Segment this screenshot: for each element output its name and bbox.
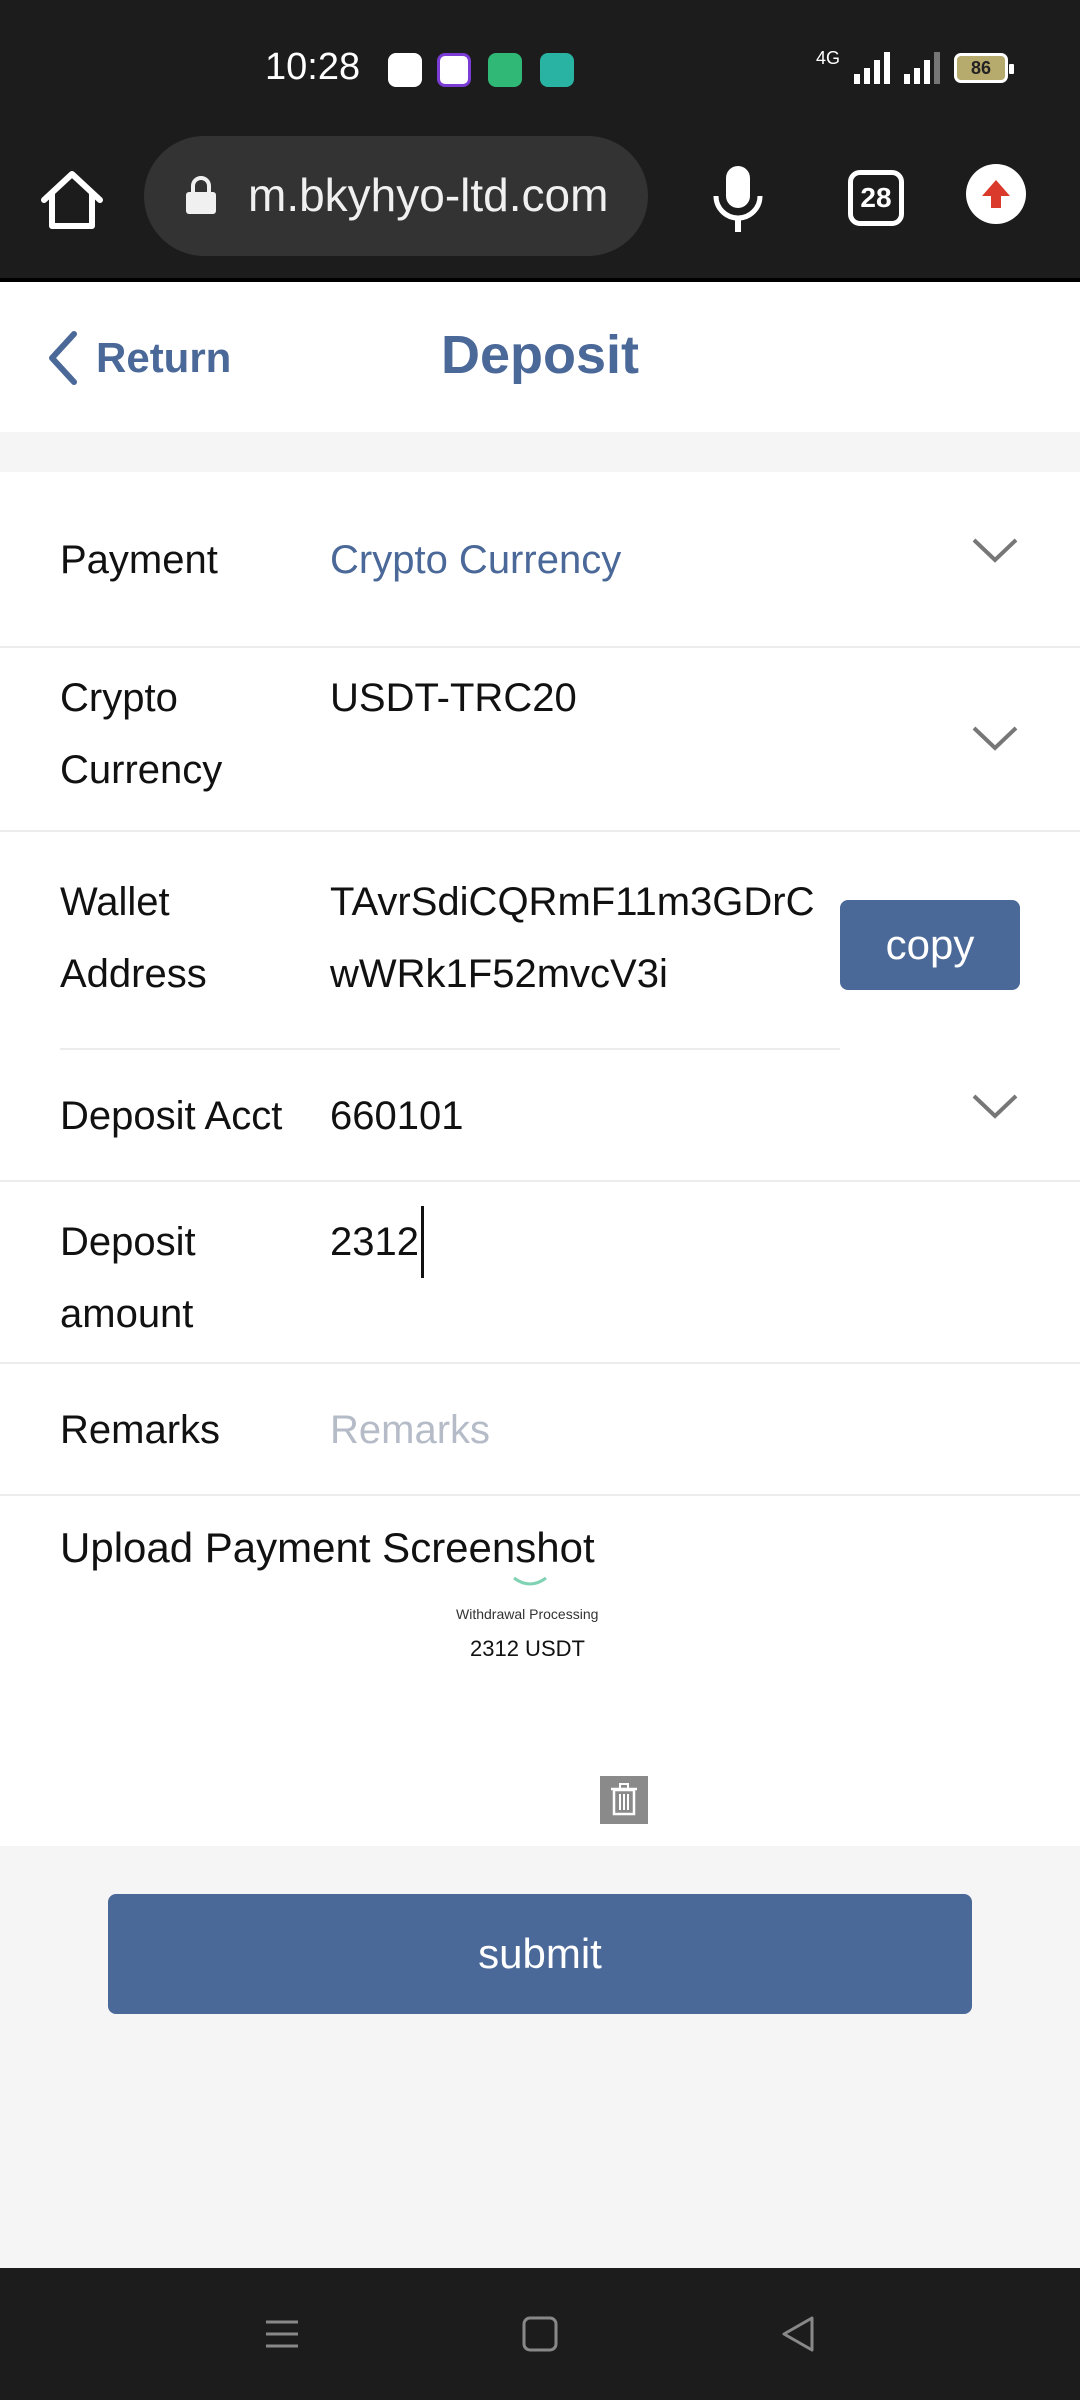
remarks-input[interactable]: Remarks: [330, 1394, 490, 1466]
chevron-down-icon[interactable]: [970, 1092, 1020, 1122]
deposit-amount-input[interactable]: 2312: [330, 1206, 424, 1278]
page-header: Return Deposit: [0, 282, 1080, 432]
remarks-label: Remarks: [60, 1408, 221, 1452]
home-nav-icon[interactable]: [520, 2314, 560, 2354]
address-bar[interactable]: m.bkyhyo-ltd.com: [144, 136, 648, 256]
chevron-down-icon[interactable]: [970, 536, 1020, 566]
trash-icon: [611, 1783, 637, 1816]
crypto-currency-label-line2: Currency: [60, 748, 223, 792]
payment-row[interactable]: Payment Crypto Currency: [0, 472, 1080, 648]
message-app-icon: [388, 53, 422, 87]
thumb-amount: 2312 USDT: [470, 1636, 585, 1661]
chat-app-icon: [540, 53, 574, 87]
deposit-acct-row[interactable]: Deposit Acct 660101: [0, 1050, 1080, 1182]
update-arrow-icon: [982, 180, 1010, 208]
back-icon[interactable]: [778, 2314, 818, 2354]
deposit-acct-select[interactable]: 660101: [330, 1080, 463, 1152]
copy-button[interactable]: copy: [840, 900, 1020, 990]
status-bar: 10:28 4G 86: [0, 0, 1080, 142]
url-text: m.bkyhyo-ltd.com: [248, 169, 609, 221]
p-app-icon: [437, 53, 471, 87]
battery-icon: 86: [954, 53, 1014, 83]
system-nav-bar: [0, 2268, 1080, 2400]
mail-app-icon: [488, 53, 522, 87]
battery-level: 86: [970, 58, 992, 78]
tabs-button[interactable]: 28: [848, 170, 904, 226]
wallet-address-line1: TAvrSdiCQRmF11m3GDrC: [330, 880, 815, 924]
wallet-address-row: Wallet Address TAvrSdiCQRmF11m3GDrC wWRk…: [0, 832, 1080, 1050]
page-content: Return Deposit Payment Crypto Currency C…: [0, 282, 1080, 2268]
payment-select[interactable]: Crypto Currency: [330, 524, 621, 596]
submit-button[interactable]: submit: [108, 1894, 972, 2014]
delete-screenshot-button[interactable]: [600, 1776, 648, 1824]
uploaded-screenshot-thumbnail[interactable]: Withdrawal Processing 2312 USDT: [430, 1576, 630, 1666]
deposit-amount-label: Deposit amount: [60, 1206, 310, 1350]
lock-icon: [186, 176, 216, 214]
microphone-icon[interactable]: [706, 162, 770, 234]
update-button[interactable]: [966, 164, 1026, 224]
upload-section: Upload Payment Screenshot Withdrawal Pro…: [0, 1496, 1080, 1846]
home-icon[interactable]: [36, 164, 108, 236]
network-type: 4G: [815, 47, 840, 68]
wallet-address-value: TAvrSdiCQRmF11m3GDrC wWRk1F52mvcV3i: [330, 866, 815, 1010]
wallet-address-label-line1: Wallet: [60, 880, 170, 924]
crypto-currency-row[interactable]: Crypto Currency USDT-TRC20: [0, 648, 1080, 832]
loading-arc-icon: [513, 1576, 547, 1586]
payment-label: Payment: [60, 538, 218, 582]
chevron-down-icon[interactable]: [970, 724, 1020, 754]
deposit-form: Payment Crypto Currency Crypto Currency …: [0, 472, 1080, 1846]
deposit-amount-label-line2: amount: [60, 1292, 194, 1336]
menu-icon[interactable]: [262, 2314, 302, 2354]
status-time: 10:28: [265, 46, 361, 88]
page-title: Deposit: [440, 325, 640, 385]
remarks-row: Remarks Remarks: [0, 1364, 1080, 1496]
signal-icon: [854, 52, 890, 84]
deposit-acct-label: Deposit Acct: [60, 1094, 283, 1138]
deposit-amount-row: Deposit amount 2312: [0, 1182, 1080, 1364]
crypto-currency-select[interactable]: USDT-TRC20: [330, 662, 577, 734]
upload-label: Upload Payment Screenshot: [60, 1524, 595, 1571]
wallet-address-label-line2: Address: [60, 952, 207, 996]
wallet-address-line2: wWRk1F52mvcV3i: [330, 952, 668, 996]
thumb-caption: Withdrawal Processing: [456, 1606, 599, 1622]
deposit-amount-label-line1: Deposit: [60, 1220, 196, 1264]
status-indicators: 4G 86: [816, 48, 1014, 84]
wallet-address-label: Wallet Address: [60, 866, 310, 1010]
crypto-currency-label-line1: Crypto: [60, 676, 178, 720]
browser-toolbar: m.bkyhyo-ltd.com 28: [0, 136, 1080, 282]
crypto-currency-label: Crypto Currency: [60, 662, 310, 806]
signal-icon-2: [904, 52, 940, 84]
